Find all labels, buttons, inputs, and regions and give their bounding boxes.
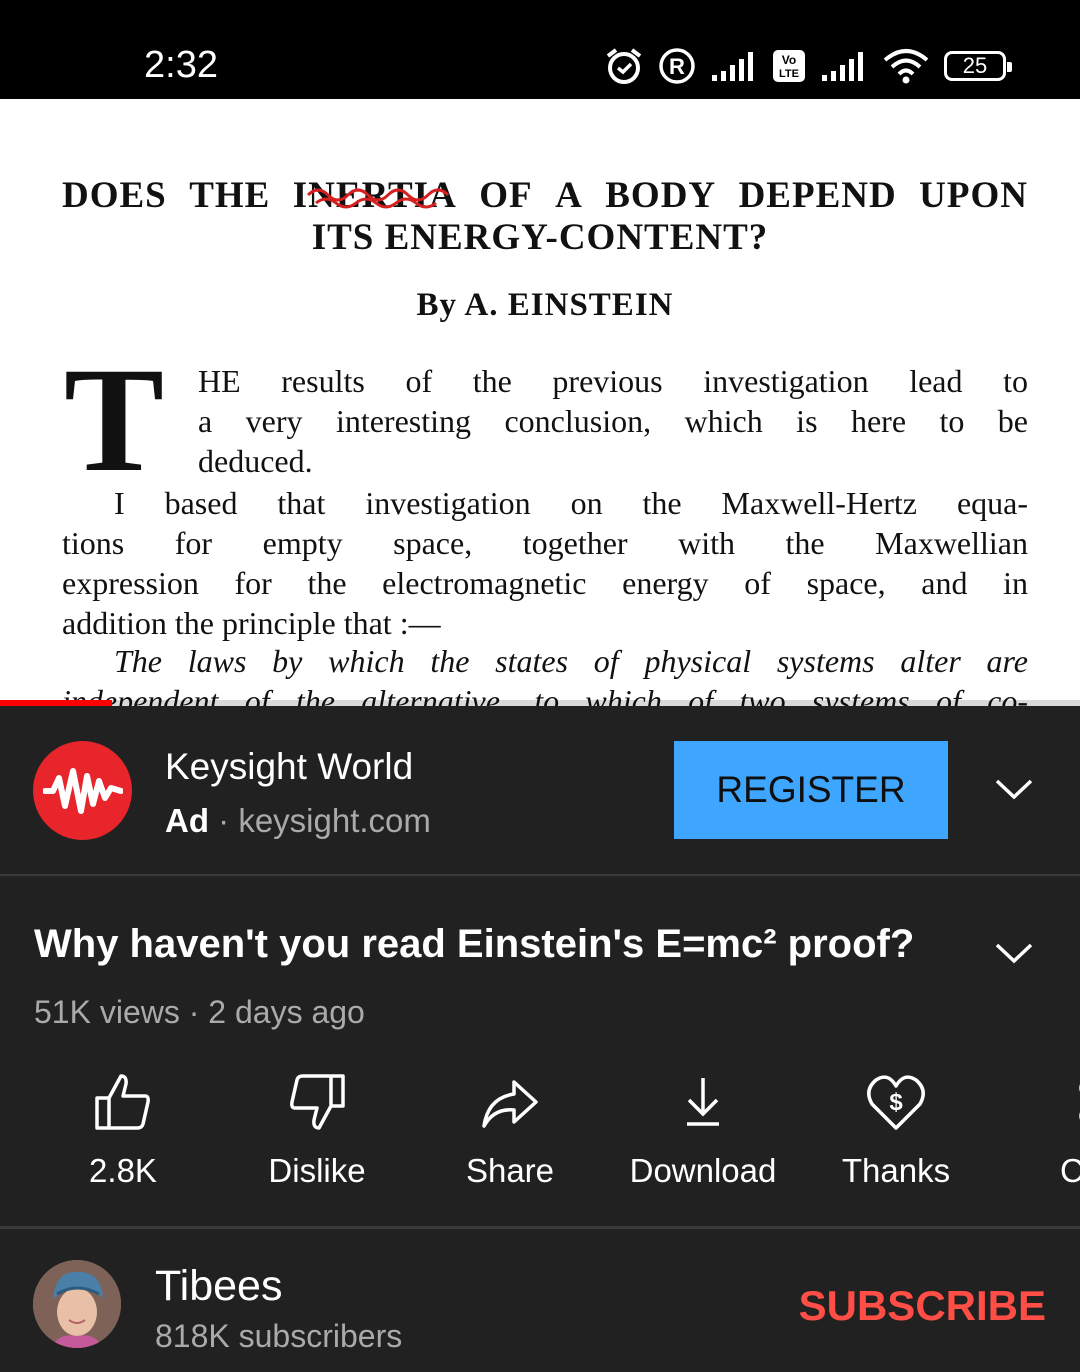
download-button[interactable]: Download xyxy=(613,1072,793,1202)
registered-icon: R xyxy=(659,48,695,84)
like-count: 2.8K xyxy=(89,1152,157,1189)
paragraph-3: The laws by which the states of physical… xyxy=(62,641,1028,706)
clip-label: C xyxy=(1060,1152,1080,1189)
text-line: tions for empty space, together with the… xyxy=(62,525,1028,561)
title-word: DOES xyxy=(62,175,167,216)
clip-button[interactable]: C xyxy=(1060,1072,1080,1202)
text-line: expression for the electromagnetic energ… xyxy=(62,565,1028,601)
title-word: BODY xyxy=(605,175,717,216)
svg-text:$: $ xyxy=(889,1089,903,1116)
drop-cap: T xyxy=(64,337,165,503)
ad-subline: Ad · keysight.com xyxy=(165,802,431,839)
battery-indicator: 25 xyxy=(944,51,1012,81)
thumbs-down-icon xyxy=(290,1074,345,1130)
download-label: Download xyxy=(629,1152,777,1189)
volte-icon: Vo LTE xyxy=(773,50,805,82)
channel-name[interactable]: Tibees xyxy=(155,1262,282,1311)
video-title[interactable]: Why haven't you read Einstein's E=mc² pr… xyxy=(34,922,914,967)
text-line: addition the principle that :— xyxy=(62,605,441,641)
signal-icon xyxy=(712,52,753,81)
expand-description-chevron-icon[interactable] xyxy=(994,940,1034,966)
dislike-label: Dislike xyxy=(268,1152,366,1189)
title-word: A xyxy=(555,175,583,216)
clip-icon xyxy=(1079,1084,1080,1120)
text-line: I based that investigation on the Maxwel… xyxy=(114,485,1028,521)
subscriber-count: 818K subscribers xyxy=(155,1318,403,1354)
wifi-icon xyxy=(883,49,929,84)
video-player[interactable]: DOES THE INERTIA OF A BODY DEPEND UPON I… xyxy=(0,99,1080,706)
paragraph-1: HE results of the previous investigation… xyxy=(198,361,1028,481)
ad-domain[interactable]: keysight.com xyxy=(238,802,431,839)
text-line: a very interesting conclusion, which is … xyxy=(198,403,1028,439)
ad-banner[interactable]: Keysight World Ad · keysight.com REGISTE… xyxy=(0,706,1080,876)
download-icon xyxy=(687,1078,719,1126)
view-count: 51K views xyxy=(34,994,180,1030)
title-word: DEPEND xyxy=(738,175,897,216)
clock: 2:32 xyxy=(144,44,218,86)
advertiser-name[interactable]: Keysight World xyxy=(165,746,413,788)
svg-text:Vo: Vo xyxy=(782,53,796,67)
red-underline-scribble xyxy=(306,188,450,209)
thanks-label: Thanks xyxy=(841,1152,951,1189)
alarm-icon xyxy=(606,48,642,84)
text-line: deduced. xyxy=(198,443,313,479)
share-label: Share xyxy=(465,1152,555,1189)
share-button[interactable]: Share xyxy=(420,1072,600,1202)
share-icon xyxy=(482,1080,538,1128)
title-word: OF xyxy=(479,175,533,216)
text-line: The laws by which the states of physical… xyxy=(114,643,1028,679)
status-icons: R Vo LTE 25 xyxy=(604,44,1012,88)
advertiser-logo[interactable] xyxy=(33,741,132,840)
channel-avatar[interactable] xyxy=(33,1260,121,1348)
thumbs-up-icon xyxy=(95,1074,150,1130)
paper-title: DOES THE INERTIA OF A BODY DEPEND UPON I… xyxy=(62,175,1028,259)
waveform-logo-icon xyxy=(42,767,123,814)
byline: By A. EINSTEIN xyxy=(416,287,674,323)
title-word: THE xyxy=(189,175,271,216)
chevron-down-icon[interactable] xyxy=(994,776,1034,802)
text-line: HE results of the previous investigation… xyxy=(198,363,1028,399)
divider xyxy=(0,1226,1080,1229)
register-button[interactable]: REGISTER xyxy=(674,741,948,839)
thanks-icon: $ xyxy=(867,1075,925,1130)
svg-text:LTE: LTE xyxy=(779,68,799,80)
signal-icon-2 xyxy=(822,52,863,81)
status-bar: 2:32 R Vo LTE 25 xyxy=(0,0,1080,99)
video-meta[interactable]: 51K views · 2 days ago xyxy=(34,994,365,1031)
ad-label: Ad xyxy=(165,802,209,839)
like-button[interactable]: 2.8K xyxy=(33,1072,213,1202)
action-row: 2.8K Dislike Share Download $ Thanks C xyxy=(0,1072,1080,1212)
title-word: UPON xyxy=(919,175,1028,216)
avatar-image xyxy=(33,1260,121,1348)
upload-age: 2 days ago xyxy=(208,994,365,1030)
subscribe-button[interactable]: SUBSCRIBE xyxy=(799,1282,1046,1330)
title-line-2: ITS ENERGY-CONTENT? xyxy=(311,217,769,258)
svg-text:R: R xyxy=(669,54,685,79)
dislike-button[interactable]: Dislike xyxy=(227,1072,407,1202)
thanks-button[interactable]: $ Thanks xyxy=(806,1072,986,1202)
paragraph-2: I based that investigation on the Maxwel… xyxy=(62,483,1028,643)
